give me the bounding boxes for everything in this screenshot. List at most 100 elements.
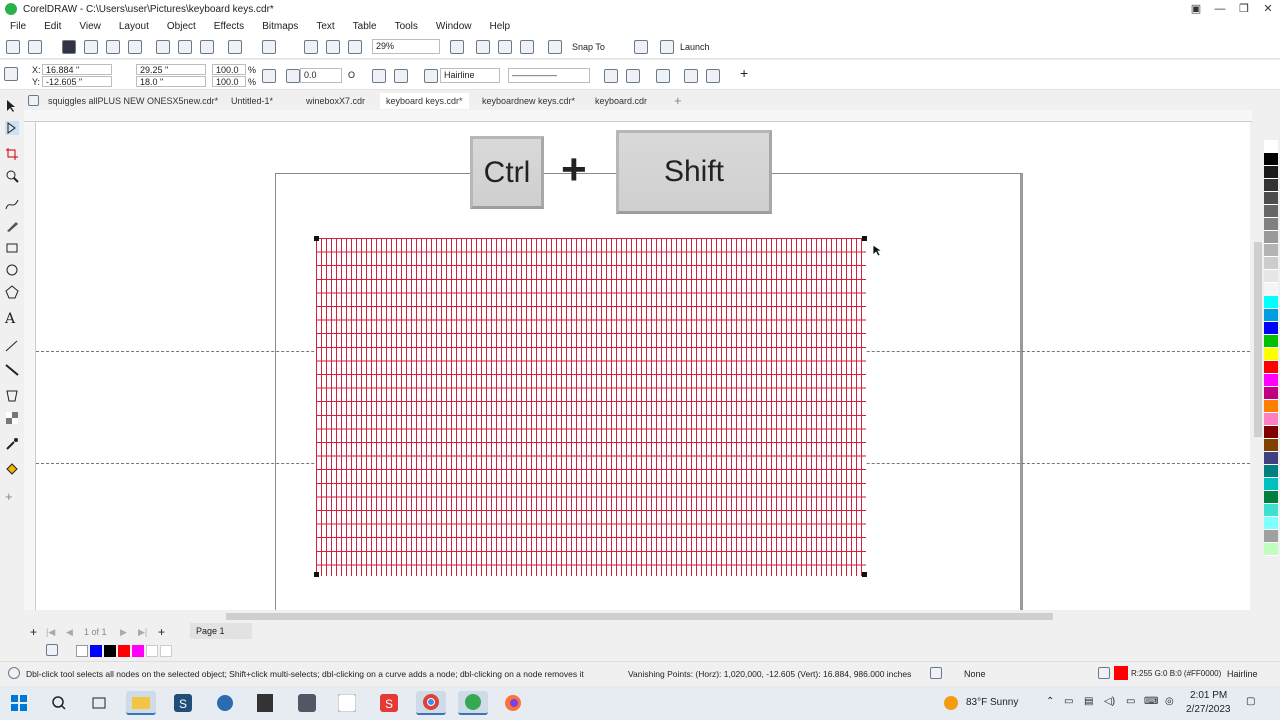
palette-swatch[interactable]: [1264, 348, 1278, 361]
tray-misc-icon[interactable]: ◎: [1165, 696, 1174, 707]
add-icon[interactable]: +: [740, 66, 748, 80]
shift-key-graphic[interactable]: Shift: [616, 130, 772, 214]
plus-sign-graphic[interactable]: +: [561, 145, 587, 195]
show-guides-icon[interactable]: [520, 40, 534, 54]
palette-swatch[interactable]: [1264, 231, 1278, 244]
add-tool-icon[interactable]: +: [5, 489, 19, 504]
coreldraw-taskbar-icon[interactable]: [458, 691, 488, 715]
ribbon-icon[interactable]: ▣: [1184, 0, 1208, 18]
menu-object[interactable]: Object: [167, 21, 196, 32]
palette-swatch[interactable]: [1264, 218, 1278, 231]
full-screen-icon[interactable]: [450, 40, 464, 54]
add-page-icon[interactable]: +: [30, 625, 37, 639]
menu-tools[interactable]: Tools: [395, 21, 418, 32]
battery-icon[interactable]: ▭: [1126, 696, 1135, 707]
snap-off-icon[interactable]: [548, 40, 562, 54]
interactive-fill-tool-icon[interactable]: [5, 461, 19, 475]
menu-view[interactable]: View: [79, 21, 101, 32]
chrome-icon[interactable]: [416, 691, 446, 715]
swatch-white[interactable]: [146, 645, 158, 657]
palette-swatch[interactable]: [1264, 517, 1278, 530]
mirror-vertical-icon[interactable]: [394, 69, 408, 83]
menu-bitmaps[interactable]: Bitmaps: [262, 21, 298, 32]
swatch-black[interactable]: [104, 645, 116, 657]
windows-start-icon[interactable]: [4, 691, 34, 715]
stack-icon[interactable]: [706, 69, 720, 83]
cloud-icon[interactable]: [84, 40, 98, 54]
height-input[interactable]: 18.0 ": [136, 76, 206, 87]
cut-icon[interactable]: [156, 40, 170, 54]
search-icon[interactable]: [44, 691, 74, 715]
print-icon[interactable]: [128, 40, 142, 54]
palette-swatch[interactable]: [1264, 413, 1278, 426]
wrap-text-icon[interactable]: [656, 69, 670, 83]
menu-text[interactable]: Text: [316, 21, 334, 32]
scale-x-input[interactable]: 100.0: [212, 64, 246, 75]
first-page-icon[interactable]: |◀: [46, 625, 55, 639]
clock-time[interactable]: 2:01 PM: [1190, 690, 1227, 701]
palette-swatch[interactable]: [1264, 530, 1278, 543]
swatch-white-2[interactable]: [160, 645, 172, 657]
horizontal-scrollbar[interactable]: [36, 610, 1250, 622]
next-page-icon[interactable]: ▶: [120, 625, 127, 639]
palette-swatch[interactable]: [1264, 452, 1278, 465]
horizontal-scroll-thumb[interactable]: [226, 613, 1053, 620]
paste-icon[interactable]: [200, 40, 214, 54]
ctrl-key-graphic[interactable]: Ctrl: [470, 136, 544, 209]
node-handle[interactable]: [314, 236, 319, 241]
new-document-icon[interactable]: [6, 40, 20, 54]
menu-effects[interactable]: Effects: [214, 21, 244, 32]
palette-swatch[interactable]: [1264, 153, 1278, 166]
palette-swatch[interactable]: [1264, 296, 1278, 309]
line-style-selector[interactable]: —————: [508, 68, 590, 83]
save-icon[interactable]: [62, 40, 76, 54]
previous-page-icon[interactable]: ◀: [66, 625, 73, 639]
tab-keyboard-keys[interactable]: keyboard keys.cdr*: [380, 93, 469, 109]
show-rulers-icon[interactable]: [476, 40, 490, 54]
pick-tool-icon[interactable]: [5, 99, 19, 113]
drawing-canvas[interactable]: Ctrl + Shift: [36, 122, 1250, 610]
swatch-magenta[interactable]: [132, 645, 144, 657]
settings-gear-icon[interactable]: [8, 667, 20, 679]
menu-file[interactable]: File: [10, 21, 26, 32]
lock-ratio-icon[interactable]: [262, 69, 276, 83]
copy-icon[interactable]: [178, 40, 192, 54]
tray-app-icon[interactable]: ▭: [1064, 696, 1073, 707]
minimize-button[interactable]: —: [1208, 0, 1232, 18]
envelope-tool-icon[interactable]: [5, 389, 19, 403]
app-white-icon[interactable]: [332, 691, 362, 715]
text-tool-icon[interactable]: A: [5, 311, 19, 327]
last-page-icon[interactable]: ▶|: [138, 625, 147, 639]
firefox-icon[interactable]: [498, 691, 528, 715]
launch-icon[interactable]: [660, 40, 674, 54]
node-handle[interactable]: [862, 572, 867, 577]
file-explorer-icon[interactable]: [126, 691, 156, 715]
rotation-icon[interactable]: [286, 69, 300, 83]
polygon-tool-icon[interactable]: [5, 285, 19, 299]
node-handle[interactable]: [314, 572, 319, 577]
palette-swatch[interactable]: [1264, 322, 1278, 335]
tab-winebox[interactable]: wineboxX7.cdr: [302, 93, 369, 109]
palette-swatch[interactable]: [1264, 309, 1278, 322]
app-s-icon[interactable]: S: [168, 691, 198, 715]
palette-swatch[interactable]: [1264, 426, 1278, 439]
palette-swatch[interactable]: [1264, 335, 1278, 348]
menu-table[interactable]: Table: [353, 21, 377, 32]
tab-keyboard[interactable]: keyboard.cdr: [591, 93, 651, 109]
eyedropper-tool-icon[interactable]: [5, 437, 19, 451]
red-grid-object[interactable]: [316, 238, 866, 576]
palette-swatch[interactable]: [1264, 387, 1278, 400]
palette-swatch[interactable]: [1264, 270, 1278, 283]
undo-icon[interactable]: [228, 40, 242, 54]
rectangle-tool-icon[interactable]: [5, 241, 19, 255]
rotation-input[interactable]: 0.0: [300, 68, 342, 83]
connector-tool-icon[interactable]: [5, 363, 19, 377]
palette-swatch[interactable]: [1264, 543, 1278, 556]
eyedropper-icon[interactable]: [46, 644, 58, 656]
clear-effects-icon[interactable]: [626, 69, 640, 83]
outline-pen-icon[interactable]: [1098, 667, 1110, 679]
palette-swatch[interactable]: [1264, 244, 1278, 257]
palette-swatch[interactable]: [1264, 439, 1278, 452]
add-page-end-icon[interactable]: +: [158, 625, 165, 639]
y-position-input[interactable]: -12.605 ": [42, 76, 112, 87]
